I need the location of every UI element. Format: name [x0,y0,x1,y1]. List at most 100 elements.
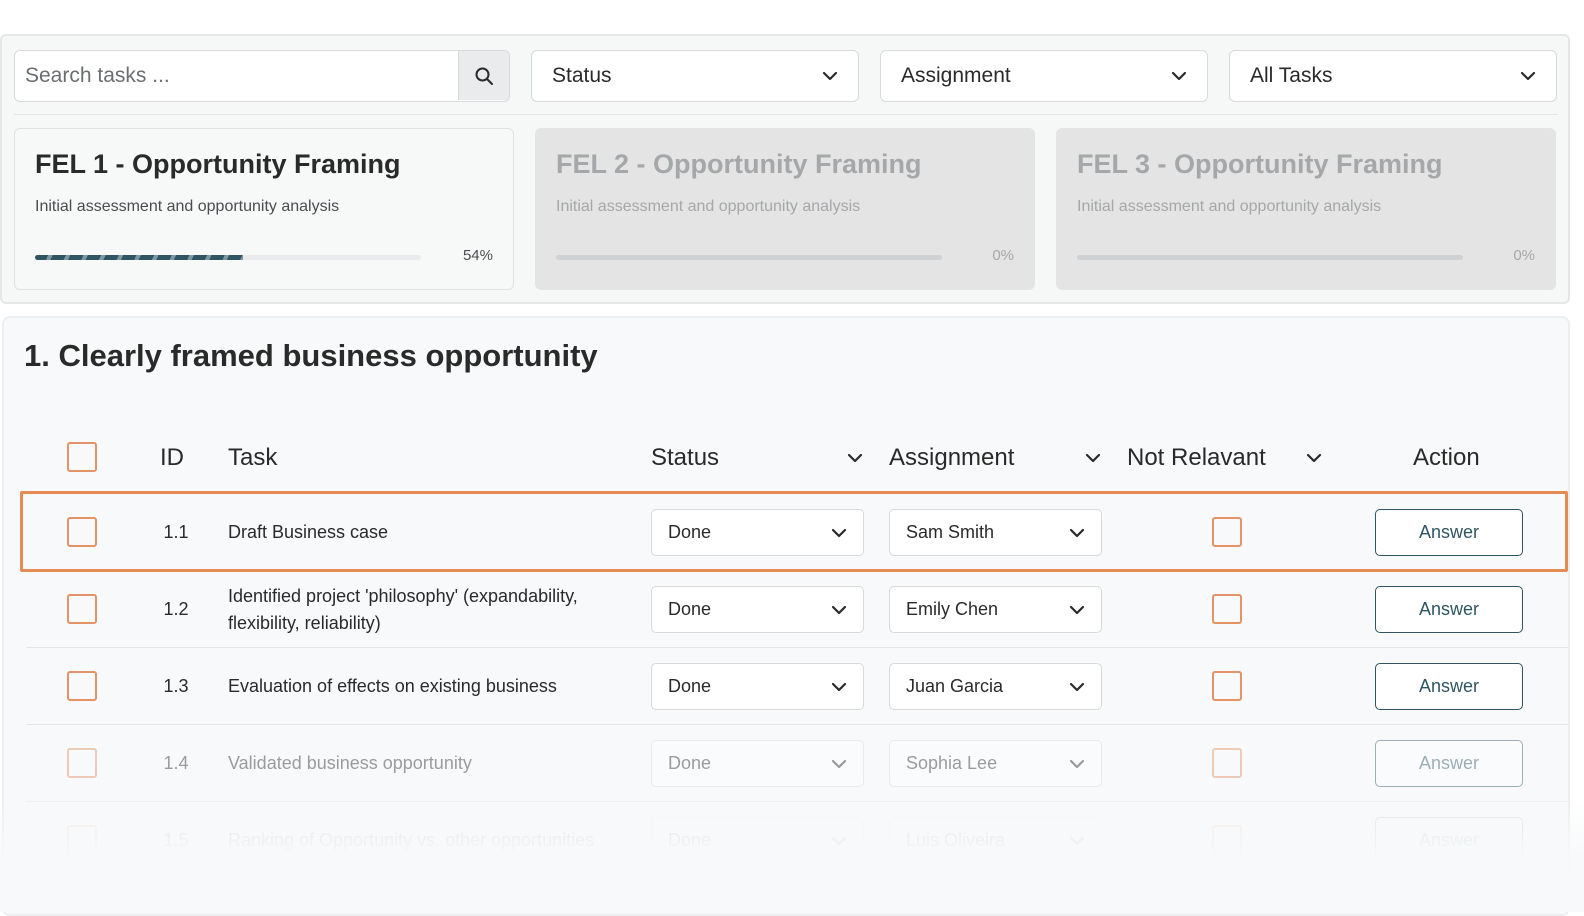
view-filter-dropdown[interactable]: All Tasks [1229,50,1557,102]
phase-card-fel1[interactable]: FEL 1 - Opportunity Framing Initial asse… [14,128,514,290]
not-relevant-checkbox[interactable] [1212,748,1242,778]
phase-description: Initial assessment and opportunity analy… [556,198,861,215]
row-id: 1.1 [163,522,189,542]
chevron-down-icon [831,528,847,537]
answer-button[interactable]: Answer [1375,586,1523,633]
phase-title: FEL 1 - Opportunity Framing [35,149,401,179]
chevron-down-icon [1520,71,1536,81]
answer-button[interactable]: Answer [1375,740,1523,787]
row-task: Validated business opportunity [228,753,472,773]
row-id: 1.2 [163,599,189,619]
not-relevant-checkbox[interactable] [1212,517,1242,547]
row-status-value: Done [668,599,712,619]
row-select-checkbox[interactable] [67,671,97,701]
search-icon [475,67,493,85]
chevron-down-icon [1069,682,1085,691]
header-task: Task [228,444,278,471]
phase-card-fel2[interactable]: FEL 2 - Opportunity Framing Initial asse… [535,128,1035,290]
row-assignee-value: Sam Smith [906,522,995,542]
search-input[interactable] [15,51,459,100]
phase-description: Initial assessment and opportunity analy… [35,198,340,215]
chevron-down-icon [1069,836,1085,845]
progress-fill [35,255,244,260]
row-assignee-value: Luis Oliveira [906,830,1006,850]
row-select-checkbox[interactable] [67,594,97,624]
row-id: 1.4 [163,753,189,773]
search-button[interactable] [458,51,509,100]
chevron-down-icon [1069,605,1085,614]
row-task: Draft Business case [228,522,389,542]
row-assignee-select[interactable]: Juan Garcia [889,663,1102,710]
status-filter-label: Status [552,64,612,87]
chevron-down-icon [822,71,838,81]
row-select-checkbox[interactable] [67,825,97,855]
status-filter-dropdown[interactable]: Status [531,50,859,102]
progress-bar [556,255,942,260]
search-box [14,50,510,102]
row-status-select[interactable]: Done [651,817,864,864]
not-relevant-checkbox[interactable] [1212,671,1242,701]
top-panel: Status Assignment All Tasks FEL 1 - Oppo… [0,34,1570,304]
progress-bar [1077,255,1463,260]
header-assignment-label: Assignment [889,444,1015,471]
row-assignee-select[interactable]: Sophia Lee [889,740,1102,787]
row-task: Evaluation of effects on existing busine… [228,676,557,696]
row-id: 1.5 [163,830,189,850]
header-id: ID [160,444,184,471]
chevron-down-icon [1306,453,1322,463]
row-status-select[interactable]: Done [651,509,864,556]
chevron-down-icon [831,605,847,614]
phase-title: FEL 3 - Opportunity Framing [1077,149,1443,179]
assignment-filter-label: Assignment [901,64,1011,87]
progress-percent: 0% [1513,247,1535,264]
answer-button[interactable]: Answer [1375,663,1523,710]
row-select-checkbox[interactable] [67,517,97,547]
table-header: ID Task Status Assignment Not Relavant A… [4,428,1568,488]
answer-button[interactable]: Answer [1375,509,1523,556]
chevron-down-icon [847,453,863,463]
select-all-cell [67,442,97,472]
row-assignee-value: Sophia Lee [906,753,998,773]
chevron-down-icon [1069,759,1085,768]
chevron-down-icon [1085,453,1101,463]
select-all-checkbox[interactable] [67,442,97,472]
chevron-down-icon [831,759,847,768]
header-not-relevant[interactable]: Not Relavant [1127,444,1322,472]
row-status-select[interactable]: Done [651,586,864,633]
row-status-select[interactable]: Done [651,740,864,787]
row-assignee-value: Juan Garcia [906,676,1004,696]
not-relevant-checkbox[interactable] [1212,594,1242,624]
row-assignee-select[interactable]: Sam Smith [889,509,1102,556]
header-assignment[interactable]: Assignment [889,444,1101,472]
table-row: 1.5 Ranking of Opportunity vs. other opp… [4,802,1568,879]
not-relevant-checkbox[interactable] [1212,825,1242,855]
tasks-panel: 1. Clearly framed business opportunity I… [2,316,1570,916]
divider [14,114,1558,115]
progress-bar [35,255,421,260]
row-task: Ranking of Opportunity vs. other opportu… [228,830,595,850]
phase-description: Initial assessment and opportunity analy… [1077,198,1382,215]
assignment-filter-dropdown[interactable]: Assignment [880,50,1208,102]
row-assignee-value: Emily Chen [906,599,999,619]
phase-card-fel3[interactable]: FEL 3 - Opportunity Framing Initial asse… [1056,128,1556,290]
row-id: 1.3 [163,676,189,696]
table-row: 1.2 Identified project 'philosophy' (exp… [4,571,1568,648]
progress-percent: 54% [462,247,493,264]
filter-bar: Status Assignment All Tasks [14,50,1558,102]
header-not-relevant-label: Not Relavant [1127,444,1266,471]
row-status-select[interactable]: Done [651,663,864,710]
table-row: 1.4 Validated business opportunity Done … [4,725,1568,802]
section-title: 1. Clearly framed business opportunity [24,338,598,373]
row-assignee-select[interactable]: Emily Chen [889,586,1102,633]
row-status-value: Done [668,522,712,542]
answer-button[interactable]: Answer [1375,817,1523,864]
row-status-value: Done [668,676,712,696]
header-status[interactable]: Status [651,444,863,472]
header-status-label: Status [651,444,720,471]
row-select-checkbox[interactable] [67,748,97,778]
chevron-down-icon [831,682,847,691]
progress-percent: 0% [992,247,1014,264]
chevron-down-icon [1171,71,1187,81]
row-assignee-select[interactable]: Luis Oliveira [889,817,1102,864]
header-action: Action [1413,444,1480,471]
